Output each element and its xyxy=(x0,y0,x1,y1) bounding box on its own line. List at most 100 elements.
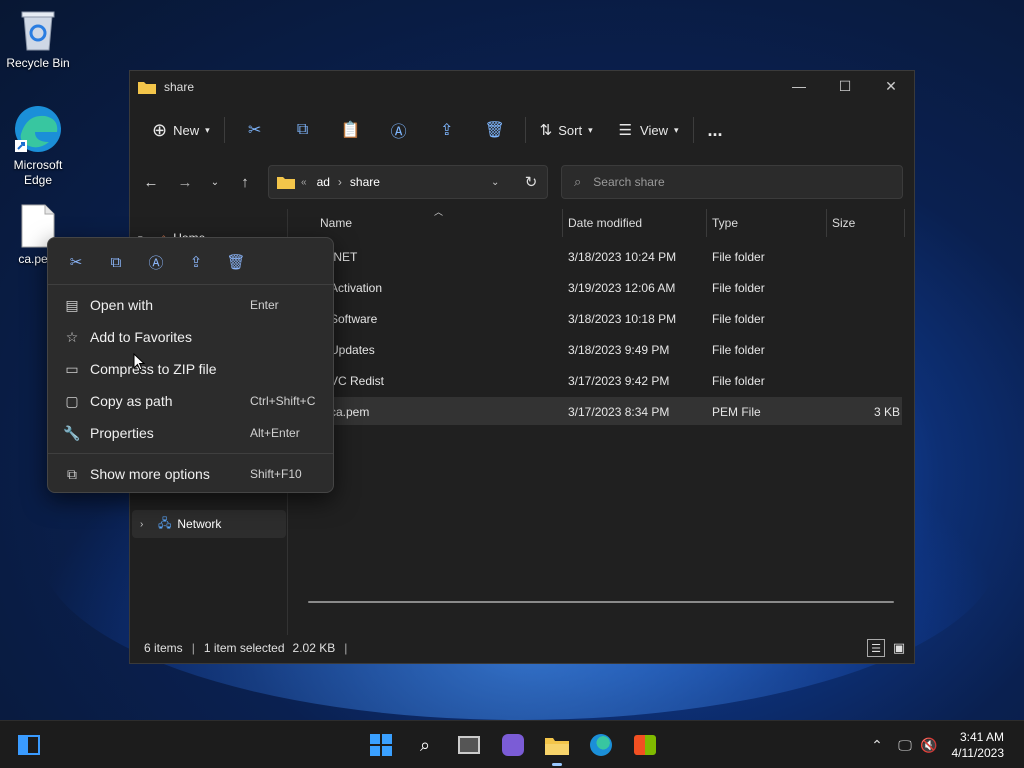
copy-icon: ⧉ xyxy=(296,121,309,138)
volume-button[interactable]: 🔇 xyxy=(914,731,944,759)
paste-button[interactable]: 📋 xyxy=(327,113,375,147)
recycle-bin-icon xyxy=(21,11,55,51)
desktop-icon-recycle-bin[interactable]: Recycle Bin xyxy=(0,8,76,71)
edge-icon xyxy=(590,734,612,756)
see-more-button[interactable]: ... xyxy=(700,113,731,147)
close-button[interactable]: ✕ xyxy=(868,71,914,101)
desktop-icon-edge[interactable]: Microsoft Edge xyxy=(0,104,76,188)
speaker-muted-icon: 🔇 xyxy=(920,736,938,753)
star-icon: ☆ xyxy=(65,328,79,345)
store-taskbar-button[interactable] xyxy=(630,731,660,759)
table-row-selected[interactable]: ca.pem 3/17/2023 8:34 PM PEM File 3 KB xyxy=(308,397,902,425)
network-icon: 🖧 xyxy=(158,515,172,530)
chevron-down-icon: ▾ xyxy=(674,124,679,135)
chevron-down-icon: ▾ xyxy=(205,124,210,135)
view-button[interactable]: ☰ View ▾ xyxy=(611,113,687,147)
title-bar[interactable]: share — ☐ ✕ xyxy=(130,71,914,103)
trash-icon: 🗑 xyxy=(226,254,246,271)
share-icon: ⇪ xyxy=(189,254,203,271)
context-rename-button[interactable]: Ⓐ xyxy=(136,246,176,278)
column-header-size[interactable]: Size xyxy=(824,209,904,237)
monitor-icon: 🖵 xyxy=(898,736,912,753)
address-overflow[interactable]: « xyxy=(301,177,307,188)
folder-icon xyxy=(138,82,156,94)
context-delete-button[interactable]: 🗑 xyxy=(216,246,256,278)
context-cut-button[interactable]: ✂ xyxy=(56,246,96,278)
table-row[interactable]: Activation 3/19/2023 12:06 AM File folde… xyxy=(308,273,902,301)
start-button[interactable] xyxy=(366,731,396,759)
tiles-view-button[interactable]: ▣ xyxy=(890,639,908,657)
breadcrumb-ad[interactable]: ad xyxy=(317,175,330,189)
desktop-icon-label: Microsoft Edge xyxy=(13,158,63,187)
breadcrumb-share[interactable]: share xyxy=(350,175,380,189)
rename-button[interactable]: Ⓐ xyxy=(375,113,423,147)
more-options-icon: ⧉ xyxy=(67,465,77,482)
sort-button[interactable]: ⇅ Sort ▾ xyxy=(532,113,601,147)
show-hidden-icons-button[interactable]: ⌃ xyxy=(862,731,892,759)
nav-item-network[interactable]: › 🖧 Network xyxy=(132,510,286,538)
copy-path-icon: ▢ xyxy=(65,392,79,409)
menu-item-copy-as-path[interactable]: ▢ Copy as path Ctrl+Shift+C xyxy=(54,386,328,416)
back-button[interactable]: ← xyxy=(136,165,166,199)
rename-icon: Ⓐ xyxy=(390,124,407,141)
properties-icon: 🔧 xyxy=(63,424,81,441)
menu-item-add-to-favorites[interactable]: ☆ Add to Favorites xyxy=(54,322,328,352)
scissors-icon: ✂ xyxy=(247,122,262,139)
menu-item-properties[interactable]: 🔧 Properties Alt+Enter xyxy=(54,418,328,448)
new-button[interactable]: ⊕ New ▾ xyxy=(144,113,218,147)
maximize-button[interactable]: ☐ xyxy=(822,71,868,101)
paste-icon: 📋 xyxy=(340,122,361,139)
column-header-date[interactable]: Date modified xyxy=(560,209,704,237)
context-share-button[interactable]: ⇪ xyxy=(176,246,216,278)
details-view-button[interactable]: ☰ xyxy=(867,639,885,657)
chat-button[interactable] xyxy=(498,731,528,759)
up-button[interactable]: ↑ xyxy=(230,165,260,199)
navigation-row: ← → ⌄ ↑ « ad › share ⌄ ↻ ⌕ Search share xyxy=(130,165,914,201)
active-app-indicator xyxy=(552,763,562,766)
system-clock[interactable]: 3:41 AM 4/11/2023 xyxy=(952,729,1005,761)
menu-item-show-more-options[interactable]: ⧉ Show more options Shift+F10 xyxy=(54,459,328,489)
table-row[interactable]: Software 3/18/2023 10:18 PM File folder xyxy=(308,304,902,332)
scissors-icon: ✂ xyxy=(69,254,83,271)
store-icon xyxy=(634,735,656,755)
share-button[interactable]: ⇪ xyxy=(423,113,471,147)
refresh-button[interactable]: ↻ xyxy=(516,165,546,199)
copy-button[interactable]: ⧉ xyxy=(279,113,327,147)
context-copy-button[interactable]: ⧉ xyxy=(96,246,136,278)
search-button[interactable]: ⌕ xyxy=(410,731,440,759)
windows-icon xyxy=(370,734,392,756)
widgets-button[interactable] xyxy=(14,731,44,759)
table-row[interactable]: .NET 3/18/2023 10:24 PM File folder xyxy=(308,242,902,270)
task-view-button[interactable] xyxy=(454,731,484,759)
zip-icon: ▭ xyxy=(65,360,79,377)
search-placeholder: Search share xyxy=(593,175,665,189)
column-header-type[interactable]: Type xyxy=(704,209,824,237)
folder-icon xyxy=(277,177,295,189)
file-explorer-taskbar-button[interactable] xyxy=(542,731,572,759)
file-list: ︿ Name Date modified Type Size .NET 3/18… xyxy=(290,207,914,635)
address-bar[interactable]: « ad › share ⌄ xyxy=(268,165,548,199)
edge-taskbar-button[interactable] xyxy=(586,731,616,759)
menu-item-open-with[interactable]: ▤ Open with Enter xyxy=(54,290,328,320)
selection-size: 2.02 KB xyxy=(292,641,336,655)
context-menu-divider xyxy=(48,284,333,285)
minimize-button[interactable]: — xyxy=(776,71,822,101)
column-header-name[interactable]: Name xyxy=(312,209,562,237)
view-icon: ☰ xyxy=(618,122,633,139)
menu-item-compress-zip[interactable]: ▭ Compress to ZIP file xyxy=(54,354,328,384)
search-input[interactable]: ⌕ Search share xyxy=(561,165,903,199)
delete-button[interactable]: 🗑 xyxy=(471,113,519,147)
status-bar: 6 items | 1 item selected 2.02 KB | ☰ ▣ xyxy=(130,633,914,663)
table-row[interactable]: VC Redist 3/17/2023 9:42 PM File folder xyxy=(308,366,902,394)
folder-icon xyxy=(545,738,569,755)
plus-icon: ⊕ xyxy=(152,119,168,140)
context-menu-quick-actions: ✂ ⧉ Ⓐ ⇪ 🗑 xyxy=(56,246,256,278)
horizontal-scrollbar[interactable] xyxy=(308,601,894,603)
forward-button[interactable]: → xyxy=(170,165,200,199)
sort-icon: ⇅ xyxy=(539,122,553,139)
address-dropdown-icon[interactable]: ⌄ xyxy=(491,177,499,188)
breadcrumb-separator: › xyxy=(337,175,342,189)
table-row[interactable]: Updates 3/18/2023 9:49 PM File folder xyxy=(308,335,902,363)
cut-button[interactable]: ✂ xyxy=(231,113,279,147)
recent-locations-button[interactable]: ⌄ xyxy=(200,165,230,199)
